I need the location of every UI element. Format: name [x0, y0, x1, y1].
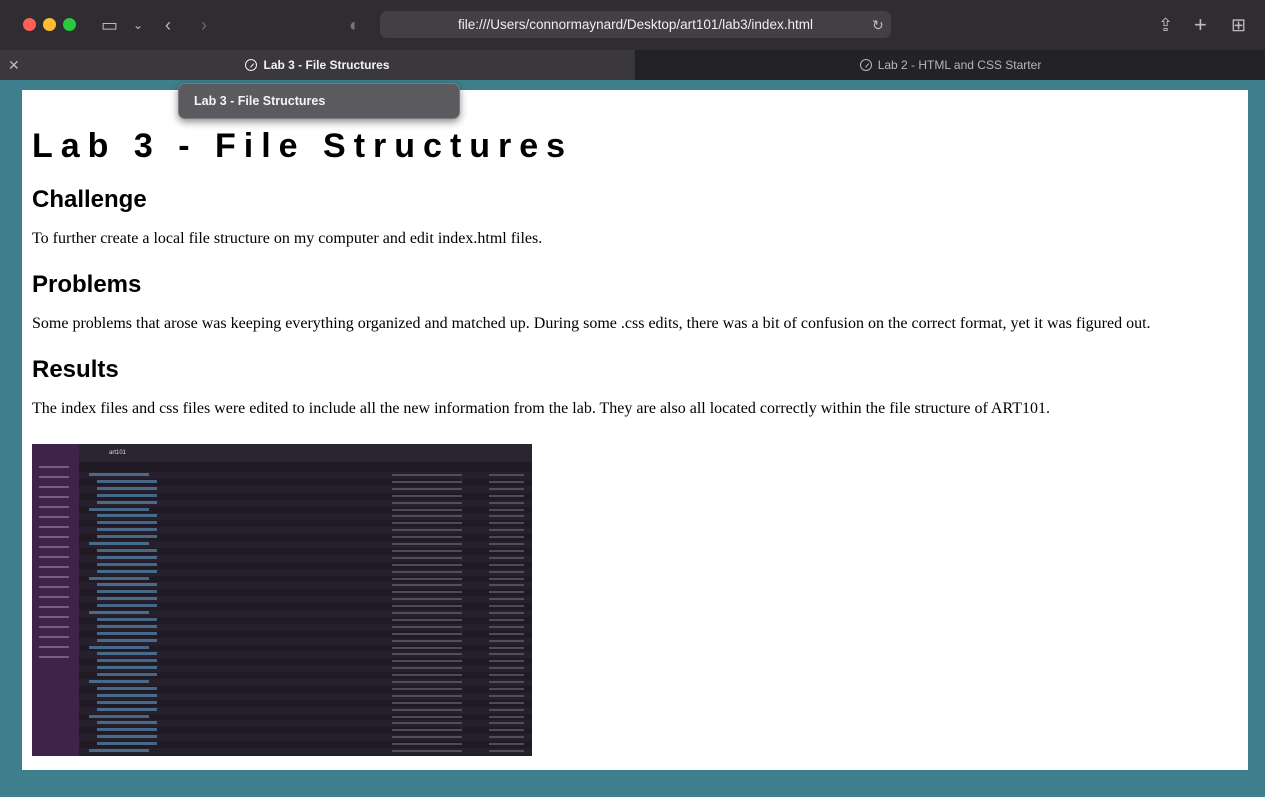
finder-sidebar-item: [39, 636, 69, 638]
zoom-window-button[interactable]: [63, 18, 76, 31]
browser-window: ▭ ⌄ ‹ › ◐ file:///Users/connormaynard/De…: [0, 0, 1265, 797]
section-heading-results: Results: [32, 356, 119, 383]
finder-sidebar-item: [39, 616, 69, 618]
privacy-shield-icon[interactable]: ◐: [349, 13, 360, 37]
browser-toolbar: ▭ ⌄ ‹ › ◐ file:///Users/connormaynard/De…: [0, 0, 1265, 50]
finder-sidebar-item: [39, 626, 69, 628]
section-body-challenge: To further create a local file structure…: [32, 230, 543, 247]
finder-sidebar-item: [39, 496, 69, 498]
tab-tooltip: Lab 3 - File Structures: [178, 83, 460, 119]
finder-sidebar-item: [39, 516, 69, 518]
finder-sidebar-item: [39, 486, 69, 488]
file-structure-screenshot: art101: [32, 444, 532, 756]
share-icon[interactable]: ⇪: [1158, 13, 1173, 37]
chevron-down-icon[interactable]: ⌄: [133, 13, 143, 37]
finder-sidebar-item: [39, 606, 69, 608]
page-title: Lab 3 - File Structures: [32, 127, 574, 165]
finder-row: [79, 748, 532, 755]
finder-sidebar-item: [39, 596, 69, 598]
finder-sidebar-item: [39, 526, 69, 528]
tab-lab2[interactable]: Lab 2 - HTML and CSS Starter: [636, 50, 1265, 80]
finder-sidebar-item: [39, 586, 69, 588]
sidebar-icon[interactable]: ▭: [101, 13, 118, 37]
reload-icon[interactable]: ↻: [872, 13, 884, 37]
finder-sidebar-item: [39, 466, 69, 468]
finder-sidebar-item: [39, 536, 69, 538]
forward-icon[interactable]: ›: [201, 13, 207, 37]
section-heading-problems: Problems: [32, 271, 142, 298]
minimize-window-button[interactable]: [43, 18, 56, 31]
tab-bar: Lab 3 - File Structures ✕ Lab 2 - HTML a…: [0, 50, 1265, 80]
compass-icon: [245, 59, 258, 71]
tab-label: Lab 2 - HTML and CSS Starter: [877, 58, 1042, 72]
close-tab-icon[interactable]: ✕: [8, 50, 20, 80]
section-body-results: The index files and css files were edite…: [32, 400, 1050, 417]
finder-sidebar-item: [39, 506, 69, 508]
finder-sidebar-item: [39, 556, 69, 558]
close-window-button[interactable]: [23, 18, 36, 31]
section-heading-challenge: Challenge: [32, 186, 147, 213]
back-icon[interactable]: ‹: [165, 13, 171, 37]
finder-sidebar: [32, 444, 79, 756]
finder-sidebar-item: [39, 576, 69, 578]
tab-overview-icon[interactable]: ⊞: [1231, 13, 1246, 37]
finder-sidebar-item: [39, 656, 69, 658]
finder-sidebar-item: [39, 566, 69, 568]
finder-toolbar: art101: [79, 444, 532, 462]
compass-icon: [859, 59, 872, 71]
finder-sidebar-item: [39, 546, 69, 548]
tab-label: Lab 3 - File Structures: [263, 58, 390, 72]
finder-sidebar-item: [39, 646, 69, 648]
new-tab-icon[interactable]: +: [1194, 13, 1207, 37]
page-content: Lab 3 - File Structures Challenge To fur…: [22, 90, 1248, 770]
finder-sidebar-item: [39, 476, 69, 478]
section-body-problems: Some problems that arose was keeping eve…: [32, 315, 1151, 332]
tab-lab3[interactable]: Lab 3 - File Structures: [0, 50, 635, 80]
address-bar[interactable]: file:///Users/connormaynard/Desktop/art1…: [380, 11, 891, 38]
